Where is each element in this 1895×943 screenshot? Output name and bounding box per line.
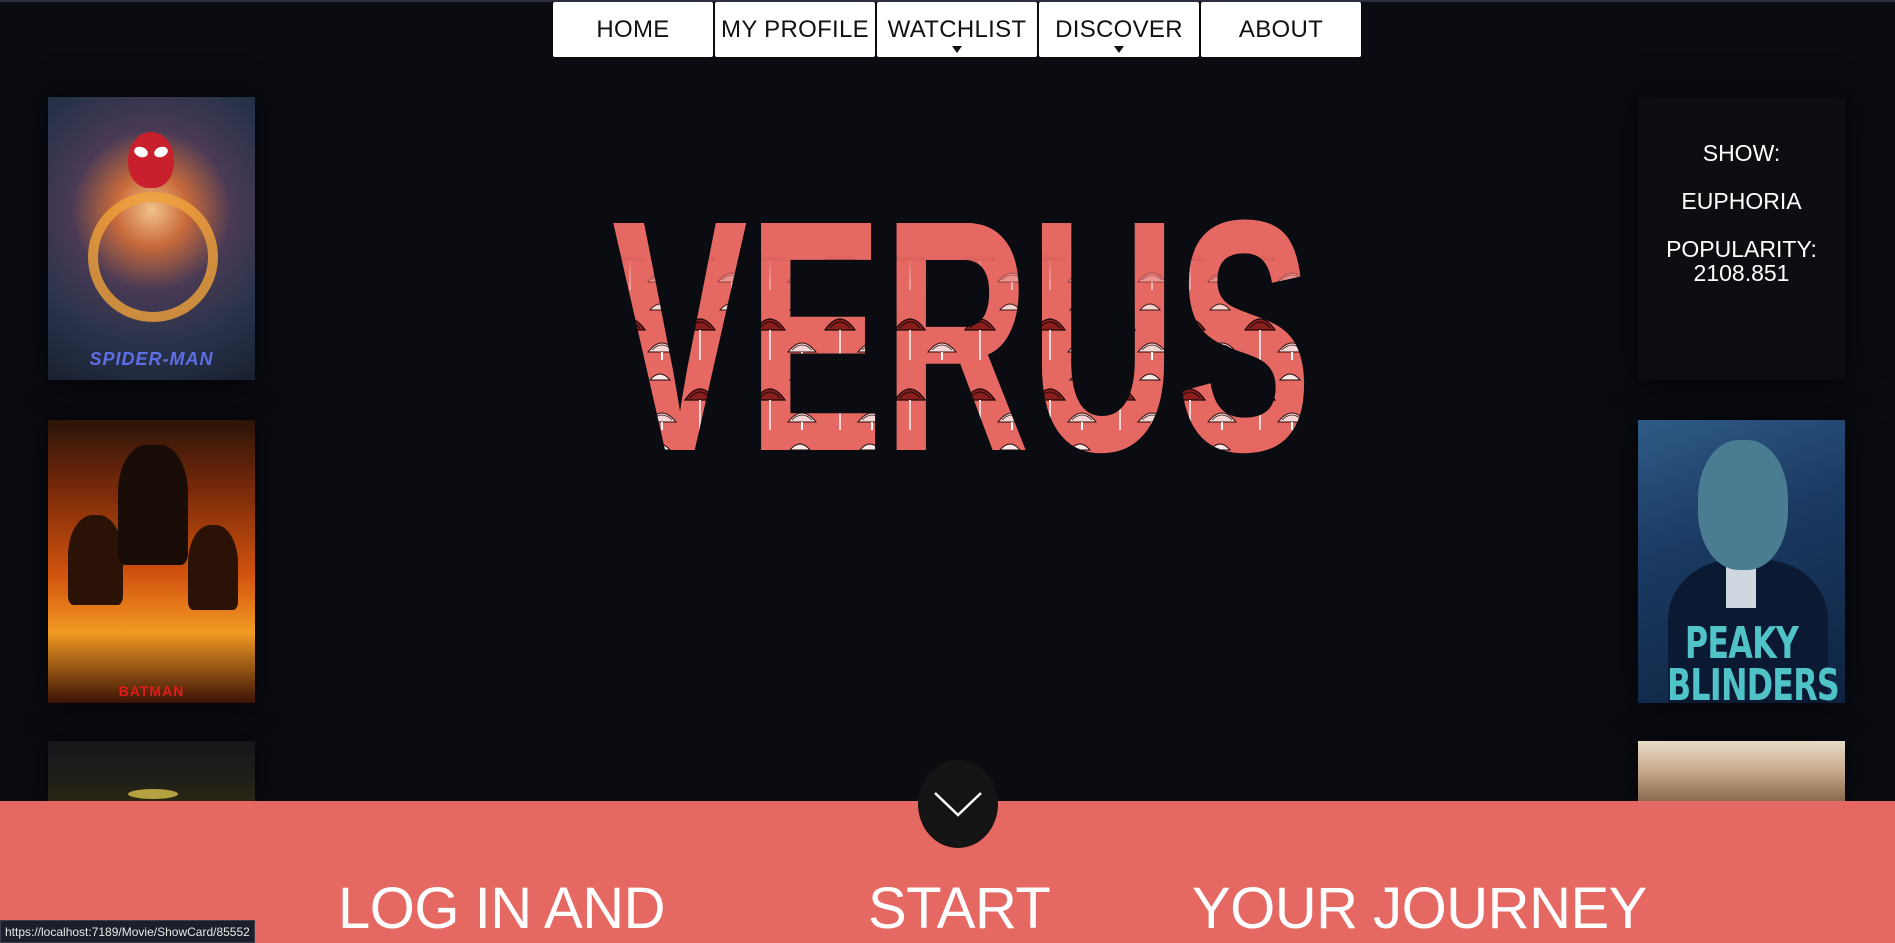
nav-home[interactable]: HOME <box>553 2 713 57</box>
verus-logo: VERUS VERUS <box>612 151 1312 470</box>
cta-word-login: LOG IN AND <box>338 876 665 941</box>
show-name: EUPHORIA <box>1681 188 1802 214</box>
nav-discover[interactable]: DISCOVER <box>1039 2 1199 57</box>
arch-poster[interactable] <box>1638 741 1845 801</box>
scroll-down-button[interactable] <box>918 760 998 848</box>
poster-art-figure <box>118 445 188 565</box>
nav-watchlist-label: WATCHLIST <box>887 15 1027 43</box>
nav-home-label: HOME <box>596 15 670 43</box>
chevron-down-icon <box>934 792 982 817</box>
popularity-value: 2108.851 <box>1693 260 1790 286</box>
peaky-blinders-poster[interactable]: PEAKY BLINDERS <box>1638 420 1845 703</box>
show-info-card[interactable]: SHOW: EUPHORIA POPULARITY: 2108.851 <box>1638 97 1845 380</box>
main-nav: HOME MY PROFILE WATCHLIST DISCOVER ABOUT <box>553 2 1361 57</box>
popularity-label: POPULARITY: <box>1666 236 1817 262</box>
poster-title: BATMAN <box>118 683 185 699</box>
poster-art-figure <box>188 525 238 610</box>
poster-title: PEAKY BLINDERS <box>1667 622 1840 704</box>
poster-art-figure <box>68 515 123 605</box>
nav-my-profile[interactable]: MY PROFILE <box>715 2 875 57</box>
poster-art-ring <box>88 192 218 322</box>
dark-poster[interactable] <box>48 741 255 801</box>
poster-title: SPIDER-MAN <box>89 349 214 369</box>
nav-watchlist[interactable]: WATCHLIST <box>877 2 1037 57</box>
nav-my-profile-label: MY PROFILE <box>721 15 869 43</box>
nav-about-label: ABOUT <box>1238 15 1324 43</box>
verus-text-overlay: VERUS <box>612 151 1312 470</box>
caret-down-icon <box>1114 46 1124 53</box>
browser-status-url: https://localhost:7189/Movie/ShowCard/85… <box>0 920 255 943</box>
nav-discover-label: DISCOVER <box>1055 15 1183 43</box>
poster-art-face <box>1698 440 1788 570</box>
the-batman-poster[interactable]: BATMAN <box>48 420 255 703</box>
poster-art-mask <box>128 132 174 188</box>
poster-title-line-2: BLINDERS <box>1666 660 1840 704</box>
show-label: SHOW: <box>1702 140 1781 166</box>
spider-man-poster[interactable]: SPIDER-MAN <box>48 97 255 380</box>
poster-art-glow <box>128 789 178 799</box>
cta-word-journey: YOUR JOURNEY <box>1192 876 1647 941</box>
page: HOME MY PROFILE WATCHLIST DISCOVER ABOUT… <box>0 0 1895 943</box>
caret-down-icon <box>952 46 962 53</box>
nav-about[interactable]: ABOUT <box>1201 2 1361 57</box>
cta-word-start: START <box>868 876 1051 941</box>
